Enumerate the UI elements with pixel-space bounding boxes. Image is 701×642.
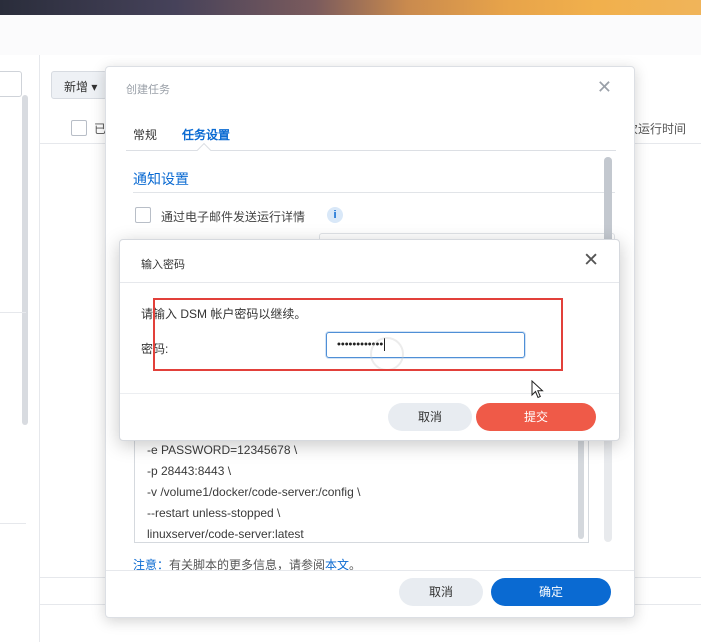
desktop-wallpaper-strip xyxy=(0,0,701,15)
password-dialog-title: 输入密码 xyxy=(141,259,185,271)
password-cancel-button[interactable]: 取消 xyxy=(388,403,472,431)
script-line: --restart unless-stopped \ xyxy=(147,506,281,520)
left-divider xyxy=(0,312,26,313)
annotation-highlight-box xyxy=(153,298,563,371)
left-search-input[interactable] xyxy=(0,71,22,97)
password-submit-button[interactable]: 提交 xyxy=(476,403,596,431)
script-scrollbar[interactable] xyxy=(578,433,584,539)
column-header-next-run: 次运行时间 xyxy=(626,122,687,136)
email-details-label: 通过电子邮件发送运行详情 xyxy=(161,210,306,224)
script-line: linuxserver/code-server:latest xyxy=(147,527,304,541)
active-tab-indicator xyxy=(196,142,212,158)
script-line: -e PASSWORD=12345678 \ xyxy=(147,443,298,457)
select-all-checkbox[interactable] xyxy=(71,120,87,136)
info-icon[interactable]: i xyxy=(327,207,343,223)
left-divider xyxy=(0,523,26,524)
section-divider xyxy=(133,192,615,193)
footer-divider xyxy=(106,570,634,571)
left-panel xyxy=(0,55,40,642)
dialog-title: 创建任务 xyxy=(126,84,170,96)
task-cancel-button[interactable]: 取消 xyxy=(399,578,483,606)
add-task-button[interactable]: 新增 ▾ xyxy=(51,71,107,99)
header-divider xyxy=(120,282,619,283)
user-script-textarea[interactable]: -e PASSWORD=12345678 \ -p 28443:8443 \ -… xyxy=(134,429,589,543)
left-scrollbar[interactable] xyxy=(22,95,28,425)
script-line: -v /volume1/docker/code-server:/config \ xyxy=(147,485,361,499)
close-icon[interactable]: ✕ xyxy=(597,77,612,98)
script-line: -p 28443:8443 \ xyxy=(147,464,232,478)
window-header-area xyxy=(0,15,701,55)
task-ok-button[interactable]: 确定 xyxy=(491,578,611,606)
tab-task-settings[interactable]: 任务设置 xyxy=(182,126,230,143)
close-icon[interactable]: ✕ xyxy=(583,249,599,272)
email-details-checkbox[interactable] xyxy=(135,207,151,223)
tab-general[interactable]: 常规 xyxy=(133,126,157,143)
mouse-pointer-icon xyxy=(531,380,544,399)
section-title-notification: 通知设置 xyxy=(133,171,189,187)
